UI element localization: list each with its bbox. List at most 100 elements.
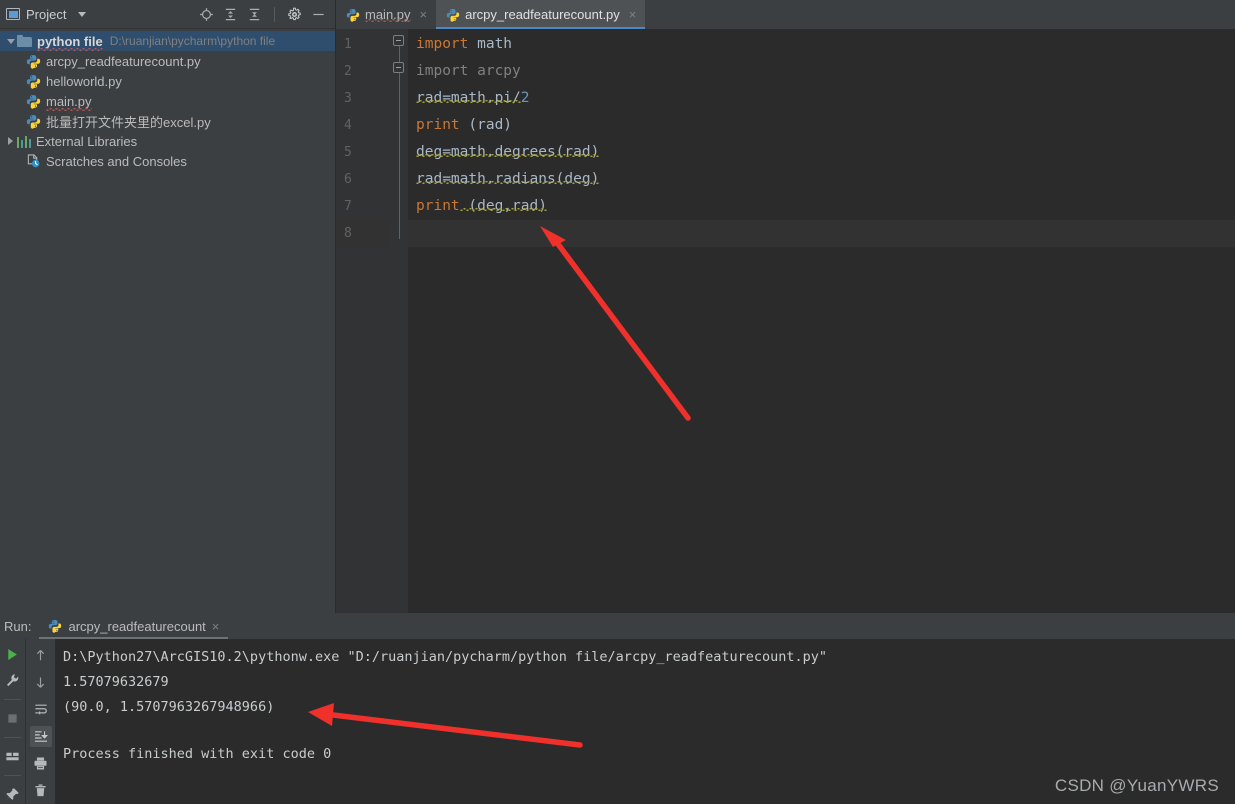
run-panel-body: D:\Python27\ArcGIS10.2\pythonw.exe "D:/r… (0, 639, 1235, 804)
close-icon[interactable]: × (629, 8, 637, 21)
line-number: 2 (344, 64, 352, 79)
console-line: (90.0, 1.5707963267948966) (63, 699, 275, 715)
collapse-arrow-icon[interactable] (4, 137, 17, 145)
code-line: print (rad) (408, 112, 1235, 139)
run-tab-arcpy-readfeaturecount[interactable]: arcpy_readfeaturecount × (39, 613, 229, 639)
code-token-text: (rad) (459, 117, 513, 133)
pin-icon[interactable] (2, 785, 24, 804)
code-token-keyword: import (416, 36, 469, 52)
tree-node-label: python file (37, 33, 103, 51)
toolbar-divider (4, 699, 21, 701)
tree-node-excel-batch[interactable]: 批量打开文件夹里的excel.py (0, 111, 335, 131)
code-line: rad=math.radians(deg) (408, 166, 1235, 193)
soft-wrap-icon[interactable] (30, 699, 52, 720)
python-file-icon (346, 8, 360, 22)
code-line (408, 220, 1235, 247)
tree-node-python-file[interactable]: python file D:\ruanjian\pycharm\python f… (0, 31, 335, 51)
project-tool-window: Project python file D:\ruanjian\pycharm\… (0, 0, 336, 613)
run-actions-toolbar (0, 639, 25, 804)
run-icon[interactable] (2, 645, 24, 664)
line-number: 5 (344, 145, 352, 160)
code-line: rad=math.pi/2 (408, 85, 1235, 112)
chevron-down-icon[interactable] (78, 11, 87, 17)
settings-wrench-icon[interactable] (2, 671, 24, 690)
run-tab-label: arcpy_readfeaturecount (68, 618, 206, 634)
tree-node-label: 批量打开文件夹里的excel.py (46, 114, 211, 130)
code-line: print (deg,rad) (408, 193, 1235, 220)
code-token-keyword: print (416, 117, 460, 133)
tree-node-path: D:\ruanjian\pycharm\python file (109, 34, 276, 48)
trash-icon[interactable] (30, 780, 52, 801)
tree-node-main[interactable]: main.py (0, 91, 335, 111)
project-header-actions (199, 6, 329, 22)
python-file-icon (26, 74, 41, 89)
close-icon[interactable]: × (420, 8, 428, 21)
down-arrow-icon[interactable] (30, 672, 52, 693)
layout-icon[interactable] (2, 747, 24, 766)
code-token-text: deg=math.degrees(rad) (416, 144, 600, 160)
python-file-icon (26, 114, 41, 129)
tree-node-arcpy-readfeaturecount[interactable]: arcpy_readfeaturecount.py (0, 51, 335, 71)
project-panel-header: Project (0, 0, 335, 29)
fold-toggle-icon[interactable] (393, 62, 404, 73)
collapse-all-icon[interactable] (247, 7, 262, 22)
code-token-number: 2 (520, 90, 530, 106)
editor-tab-label: main.py (365, 7, 411, 22)
code-line: deg=math.degrees(rad) (408, 139, 1235, 166)
expand-all-icon[interactable] (223, 7, 238, 22)
python-file-icon (26, 94, 41, 109)
line-number: 1 (344, 37, 352, 52)
line-number: 3 (344, 91, 352, 106)
python-file-icon (446, 8, 460, 22)
code-token-text: rad=math.pi/ (416, 90, 521, 106)
tree-node-scratches-consoles[interactable]: Scratches and Consoles (0, 151, 335, 171)
editor-tab-arcpy-readfeaturecount-py[interactable]: arcpy_readfeaturecount.py × (436, 0, 646, 29)
locate-target-icon[interactable] (199, 7, 214, 22)
code-content[interactable]: import math import arcpy rad=math.pi/2 p… (408, 29, 1235, 613)
line-number: 8 (336, 220, 390, 247)
toolbar-divider (274, 6, 275, 22)
tree-node-external-libraries[interactable]: External Libraries (0, 131, 335, 151)
expand-arrow-icon[interactable] (4, 38, 17, 44)
python-file-icon (48, 619, 62, 633)
project-tree: python file D:\ruanjian\pycharm\python f… (0, 29, 335, 171)
console-line: D:\Python27\ArcGIS10.2\pythonw.exe "D:/r… (63, 649, 828, 665)
tree-node-helloworld[interactable]: helloworld.py (0, 71, 335, 91)
console-actions-toolbar (25, 639, 55, 804)
stop-icon[interactable] (2, 709, 24, 728)
code-token-text: math (468, 36, 513, 52)
tree-node-label: helloworld.py (46, 73, 122, 89)
code-token-dim: import arcpy (416, 63, 521, 79)
settings-gear-icon[interactable] (287, 7, 302, 22)
tree-node-label: main.py (46, 93, 92, 111)
code-token-text: rad=math.radians(deg) (416, 171, 600, 187)
up-arrow-icon[interactable] (30, 645, 52, 666)
editor-area: main.py × arcpy_readfeaturecount.py × 1 … (336, 0, 1235, 613)
run-panel-header: Run: arcpy_readfeaturecount × (0, 613, 1235, 639)
console-line: Process finished with exit code 0 (63, 746, 332, 762)
pycharm-window: Project python file D:\ruanjian\pycharm\… (0, 0, 1235, 804)
minimize-icon[interactable] (311, 7, 326, 22)
scratches-icon (26, 154, 41, 168)
python-file-icon (26, 54, 41, 69)
run-panel-label: Run: (4, 618, 32, 634)
folder-icon (17, 35, 32, 47)
fold-toggle-icon[interactable] (393, 35, 404, 46)
line-number: 6 (344, 172, 352, 187)
print-icon[interactable] (30, 753, 52, 774)
toolbar-divider (4, 775, 21, 776)
code-token-keyword: print (416, 198, 460, 214)
code-editor[interactable]: 1 2 3 4 5 6 7 8 import math import arcpy… (336, 29, 1235, 613)
project-window-icon (6, 8, 20, 20)
code-fold-gutter[interactable] (390, 29, 408, 613)
project-title-group[interactable]: Project (6, 7, 87, 22)
editor-tab-main-py[interactable]: main.py × (336, 0, 436, 29)
close-icon[interactable]: × (212, 619, 220, 634)
libraries-icon (17, 135, 31, 148)
scroll-to-end-icon[interactable] (29, 726, 52, 747)
line-number: 7 (344, 199, 352, 214)
editor-tab-label: arcpy_readfeaturecount.py (465, 7, 620, 22)
code-line: import arcpy (408, 58, 1235, 85)
code-token-text: (deg,rad) (459, 198, 547, 214)
